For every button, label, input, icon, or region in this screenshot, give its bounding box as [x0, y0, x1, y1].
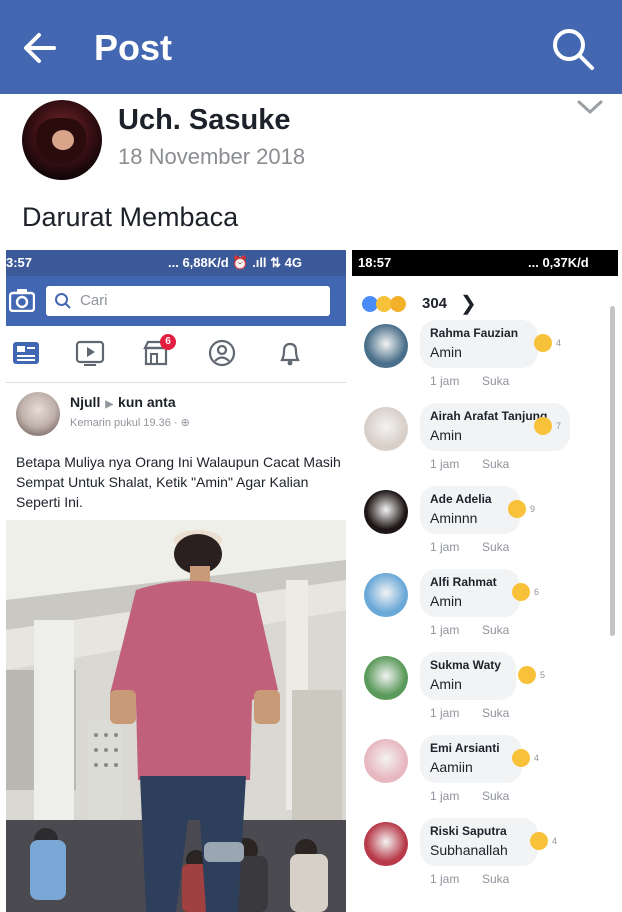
fb-author-avatar: [16, 392, 60, 436]
comment-text: Amin: [430, 344, 462, 360]
comment-author[interactable]: Airah Arafat Tanjung: [430, 409, 547, 423]
status-network: ... 6,88K/d ⏰ .ıll ⇅ 4G: [168, 255, 303, 270]
reaction-count: 4: [556, 338, 562, 348]
commenter-avatar[interactable]: [364, 739, 408, 783]
sad-reaction-icon: [390, 296, 406, 312]
post: Uch. Sasuke 18 November 2018 Darurat Mem…: [0, 94, 622, 912]
reaction-count: 5: [540, 670, 546, 680]
comment-time: 1 jam: [430, 706, 460, 720]
haha-reaction-icon[interactable]: [530, 832, 548, 850]
like-link[interactable]: Suka: [482, 457, 509, 471]
reaction-count: 4: [552, 836, 558, 846]
comment-text: Amin: [430, 427, 462, 443]
fb-author-line: Njull ▶ kun anta: [70, 394, 176, 410]
status-network: ... 0,37K/d: [528, 255, 589, 270]
fb-search-placeholder: Cari: [80, 292, 108, 309]
bell-icon: [280, 342, 300, 366]
comment-text: Aminnn: [430, 510, 478, 526]
fb-nav-bar: 6: [6, 326, 346, 383]
right-screenshot: 18:57 ... 0,37K/d 304 ❯ Rahma Fauzian Ami…: [352, 250, 618, 912]
app-bar: Post: [0, 0, 622, 94]
comment-bubble: Riski Saputra Subhanallah: [420, 818, 538, 866]
comment-author[interactable]: Sukma Waty: [430, 658, 501, 672]
post-text: Darurat Membaca: [22, 202, 239, 232]
reaction-count: 9: [530, 504, 536, 514]
reaction-summary: 304 ❯: [362, 292, 502, 318]
arrow-left-icon[interactable]: [20, 28, 60, 68]
chevron-right-icon: ❯: [460, 293, 477, 315]
notification-badge: 6: [160, 334, 176, 350]
like-link[interactable]: Suka: [482, 789, 509, 803]
comment-text: Amin: [430, 593, 462, 609]
comment-author[interactable]: Rahma Fauzian: [430, 326, 518, 340]
comment-time: 1 jam: [430, 540, 460, 554]
comment-bubble: Ade Adelia Aminnn: [420, 486, 520, 534]
comment-text: Aamiin: [430, 759, 473, 775]
comment-author[interactable]: Riski Saputra: [430, 824, 507, 838]
chevron-down-icon[interactable]: [576, 98, 604, 116]
comment-bubble: Sukma Waty Amin: [420, 652, 516, 700]
fb-search-input: Cari: [46, 286, 330, 316]
fb-author: Njull: [70, 394, 101, 410]
reaction-count: 7: [556, 421, 562, 431]
haha-reaction-icon[interactable]: [534, 334, 552, 352]
status-bar: 18:57 ... 0,37K/d: [352, 250, 618, 276]
comment-text: Amin: [430, 676, 462, 692]
fb-search-bar: Cari: [6, 276, 346, 326]
watch-icon: [75, 340, 105, 366]
comment-bubble: Rahma Fauzian Amin: [420, 320, 538, 368]
mosque-photo: [6, 520, 346, 912]
fb-post-text: Betapa Muliya nya Orang Ini Walaupun Cac…: [16, 454, 341, 510]
haha-reaction-icon[interactable]: [512, 749, 530, 767]
like-link[interactable]: Suka: [482, 706, 509, 720]
post-image[interactable]: 3:57 ... 6,88K/d ⏰ .ıll ⇅ 4G Cari 6 Njul…: [0, 250, 622, 912]
commenter-avatar[interactable]: [364, 490, 408, 534]
comment-author[interactable]: Alfi Rahmat: [430, 575, 497, 589]
fb-target-group: kun anta: [118, 394, 176, 410]
haha-reaction-icon[interactable]: [518, 666, 536, 684]
like-link[interactable]: Suka: [482, 872, 509, 886]
comment-author[interactable]: Emi Arsianti: [430, 741, 500, 755]
post-date: 18 November 2018: [118, 144, 306, 169]
commenter-avatar[interactable]: [364, 324, 408, 368]
news-feed-icon: [13, 342, 39, 364]
camera-icon: [9, 289, 35, 312]
reaction-count: 4: [534, 753, 540, 763]
fb-post-meta: Kemarin pukul 19.36 · ⊕: [70, 417, 190, 429]
like-link[interactable]: Suka: [482, 623, 509, 637]
left-screenshot: 3:57 ... 6,88K/d ⏰ .ıll ⇅ 4G Cari 6 Njul…: [6, 250, 346, 912]
status-time: 18:57: [358, 255, 392, 270]
reaction-count: 304: [422, 295, 448, 312]
post-author[interactable]: Uch. Sasuke: [118, 104, 290, 137]
haha-reaction-icon[interactable]: [512, 583, 530, 601]
comment-time: 1 jam: [430, 374, 460, 388]
commenter-avatar[interactable]: [364, 407, 408, 451]
comment-time: 1 jam: [430, 872, 460, 886]
status-time: 3:57: [6, 255, 33, 270]
like-link[interactable]: Suka: [482, 540, 509, 554]
commenter-avatar[interactable]: [364, 822, 408, 866]
status-bar: 3:57 ... 6,88K/d ⏰ .ıll ⇅ 4G: [6, 250, 346, 276]
author-avatar[interactable]: [22, 100, 102, 180]
scrollbar: [610, 306, 615, 636]
profile-icon: [208, 339, 236, 367]
haha-reaction-icon[interactable]: [508, 500, 526, 518]
comment-bubble: Emi Arsianti Aamiin: [420, 735, 522, 783]
comment-bubble: Alfi Rahmat Amin: [420, 569, 520, 617]
reaction-count: 6: [534, 587, 540, 597]
page-title: Post: [94, 27, 173, 68]
comment-time: 1 jam: [430, 457, 460, 471]
comment-text: Subhanallah: [430, 842, 508, 858]
commenter-avatar[interactable]: [364, 573, 408, 617]
search-icon[interactable]: [550, 26, 596, 72]
comment-time: 1 jam: [430, 623, 460, 637]
comment-time: 1 jam: [430, 789, 460, 803]
like-link[interactable]: Suka: [482, 374, 509, 388]
commenter-avatar[interactable]: [364, 656, 408, 700]
haha-reaction-icon[interactable]: [534, 417, 552, 435]
comment-author[interactable]: Ade Adelia: [430, 492, 492, 506]
search-icon: [55, 293, 71, 309]
